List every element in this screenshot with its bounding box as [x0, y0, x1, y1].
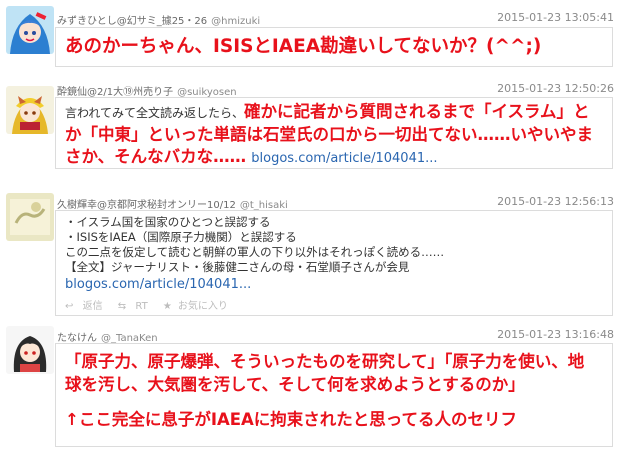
tweet-header: みずきひとし@幻サミ_據25・26 @hmizuki	[57, 12, 260, 27]
tweet-header: 久樹輝幸@京都阿求秘封オンリー10/12 @t_hisaki	[57, 196, 288, 211]
tweet-actions: ↩ 返信 ⇆ RT ★ お気に入り	[65, 297, 603, 312]
user-name[interactable]: みずきひとし@幻サミ_據25・26	[57, 16, 207, 27]
timestamp[interactable]: 2015-01-23 13:16:48	[497, 328, 614, 341]
tweet-body: ・イスラム国を国家のひとつと誤認する ・ISISをIAEA（国際原子力機関）と誤…	[55, 210, 613, 316]
tweet-text-emphasis: 確かに記者から質問されるまで「イスラム」と	[244, 102, 590, 121]
retweet-action[interactable]: ⇆ RT	[118, 301, 154, 312]
timestamp[interactable]: 2015-01-23 12:50:26	[497, 82, 614, 95]
avatar[interactable]	[6, 6, 54, 54]
tweet-body: 「原子力、原子爆弾、そういったものを研究して」「原子力を使い、地 球を汚し、大気…	[55, 343, 613, 447]
article-link[interactable]: blogos.com/article/104041...	[251, 151, 437, 166]
avatar[interactable]	[6, 326, 54, 374]
tweet-header: たなけん @_TanaKen	[57, 329, 158, 344]
reply-action[interactable]: ↩ 返信	[65, 301, 109, 312]
tweet-body: 言われてみて全文読み返したら、確かに記者から質問されるまで「イスラム」と か「中…	[55, 97, 613, 169]
avatar[interactable]	[6, 86, 54, 134]
timestamp[interactable]: 2015-01-23 12:56:13	[497, 195, 614, 208]
tweet-line: ・イスラム国を国家のひとつと誤認する	[65, 215, 271, 229]
tweet-text-plain: 言われてみて全文読み返したら、	[65, 106, 245, 120]
tweet-body: あのかーちゃん、ISISとIAEA勘違いしてないか？(^^;)	[55, 27, 613, 67]
tweet-header: 酔鏡仙@2/1大⑲州売り子 @suikyosen	[57, 83, 237, 98]
timestamp[interactable]: 2015-01-23 13:05:41	[497, 11, 614, 24]
retweet-icon: ⇆	[117, 301, 127, 312]
quote-line: 「原子力、原子爆弾、そういったものを研究して」「原子力を使い、地	[65, 352, 585, 371]
reply-label: 返信	[82, 301, 103, 312]
tweet-line: この二点を仮定して読むと朝鮮の軍人の下り以外はそれっぽく読める……	[65, 245, 445, 259]
quote-line: 球を汚し、大気圏を汚して、そして何を求めようとするのか」	[65, 375, 525, 394]
article-link[interactable]: blogos.com/article/104041...	[65, 275, 603, 294]
comment-line: ↑ここ完全に息子がIAEAに拘束されたと思ってる人のセリフ	[65, 410, 517, 429]
tweet-text: あのかーちゃん、ISISとIAEA勘違いしてないか？(^^;)	[65, 36, 542, 57]
tweet-text-emphasis: さか、そんなバカな……	[65, 147, 247, 166]
star-icon: ★	[162, 301, 172, 312]
tweet-text: 言われてみて全文読み返したら、確かに記者から質問されるまで「イスラム」と か「中…	[65, 101, 603, 170]
tweet-line: ・ISISをIAEA（国際原子力機関）と誤認する	[65, 230, 297, 244]
user-handle[interactable]: @hmizuki	[211, 16, 260, 27]
favorite-action[interactable]: ★ お気に入り	[163, 301, 234, 312]
favorite-label: お気に入り	[177, 301, 228, 312]
tweet-text-emphasis: か「中東」といった単語は石堂氏の口から一切出てない……いやいやま	[65, 125, 593, 144]
tweet-line: 【全文】ジャーナリスト・後藤健二さんの母・石堂順子さんが会見	[65, 260, 410, 274]
reply-icon: ↩	[65, 301, 74, 312]
retweet-label: RT	[135, 301, 148, 312]
avatar[interactable]	[6, 193, 54, 241]
